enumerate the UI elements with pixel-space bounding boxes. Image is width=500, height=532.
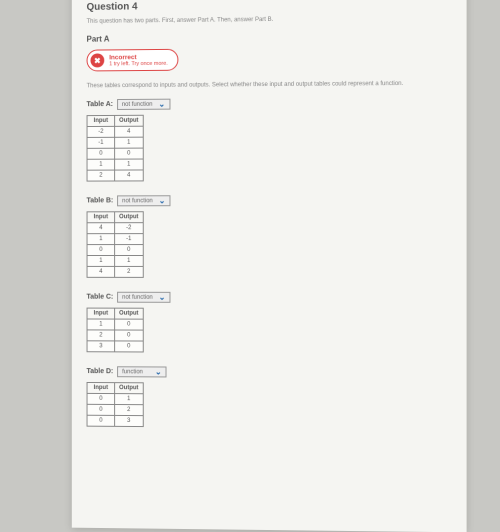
table-row: 20 [87,330,143,341]
table-b-label: Table B: [87,197,114,204]
table-row: -24 [87,126,143,137]
table-d-section: Table D: function ⌄ InputOutput 01 02 03 [87,366,452,429]
col-header: Input [87,115,115,126]
table-row: 10 [87,319,143,330]
table-row: 02 [87,404,143,415]
table-c-label: Table C: [87,294,114,301]
table-row: 00 [87,148,143,159]
dropdown-value: not function [122,198,153,204]
question-prompt: These tables correspond to inputs and ou… [87,81,452,90]
table-c-dropdown[interactable]: not function ⌄ [117,292,170,303]
table-a-section: Table A: not function ⌄ InputOutput -24 … [87,97,452,182]
table-d: InputOutput 01 02 03 [87,382,144,427]
col-header: Output [115,115,143,126]
dropdown-value: function [122,369,149,375]
part-a-label: Part A [87,31,452,43]
incorrect-badge: ✖ Incorrect 1 try left. Try once more. [87,49,179,72]
table-a: InputOutput -24 -11 00 11 24 [87,115,144,182]
table-row: 01 [87,393,143,404]
chevron-down-icon: ⌄ [159,196,166,205]
table-row: 11 [87,255,143,266]
col-header: Output [115,383,143,394]
incorrect-icon: ✖ [90,53,104,67]
table-b: InputOutput 4-2 1-1 00 11 42 [87,211,144,278]
table-a-dropdown[interactable]: not function ⌄ [117,99,170,110]
table-row: 42 [87,266,143,277]
question-title: Question 4 [87,0,452,13]
incorrect-sub: 1 try left. Try once more. [109,60,168,66]
dropdown-value: not function [122,101,153,107]
col-header: Output [115,212,143,223]
chevron-down-icon: ⌄ [158,100,165,109]
table-c-section: Table C: not function ⌄ InputOutput 10 2… [87,292,452,354]
table-row: 1-1 [87,234,143,245]
chevron-down-icon: ⌄ [159,293,166,302]
table-row: 24 [87,170,143,181]
table-d-dropdown[interactable]: function ⌄ [117,366,166,377]
table-b-dropdown[interactable]: not function ⌄ [117,195,170,206]
col-header: Input [87,308,115,319]
table-row: -11 [87,137,143,148]
chevron-down-icon: ⌄ [155,367,162,376]
question-instructions: This question has two parts. First, answ… [87,15,452,25]
dropdown-value: not function [122,294,153,300]
col-header: Output [115,308,143,319]
table-c: InputOutput 10 20 30 [87,308,144,353]
table-a-label: Table A: [87,101,113,108]
table-row: 00 [87,245,143,256]
table-row: 30 [87,341,143,352]
table-row: 11 [87,159,143,170]
table-d-label: Table D: [87,368,114,375]
table-b-section: Table B: not function ⌄ InputOutput 4-2 … [87,195,452,279]
table-row: 03 [87,415,143,426]
table-row: 4-2 [87,223,143,234]
col-header: Input [87,212,115,223]
col-header: Input [87,382,115,393]
